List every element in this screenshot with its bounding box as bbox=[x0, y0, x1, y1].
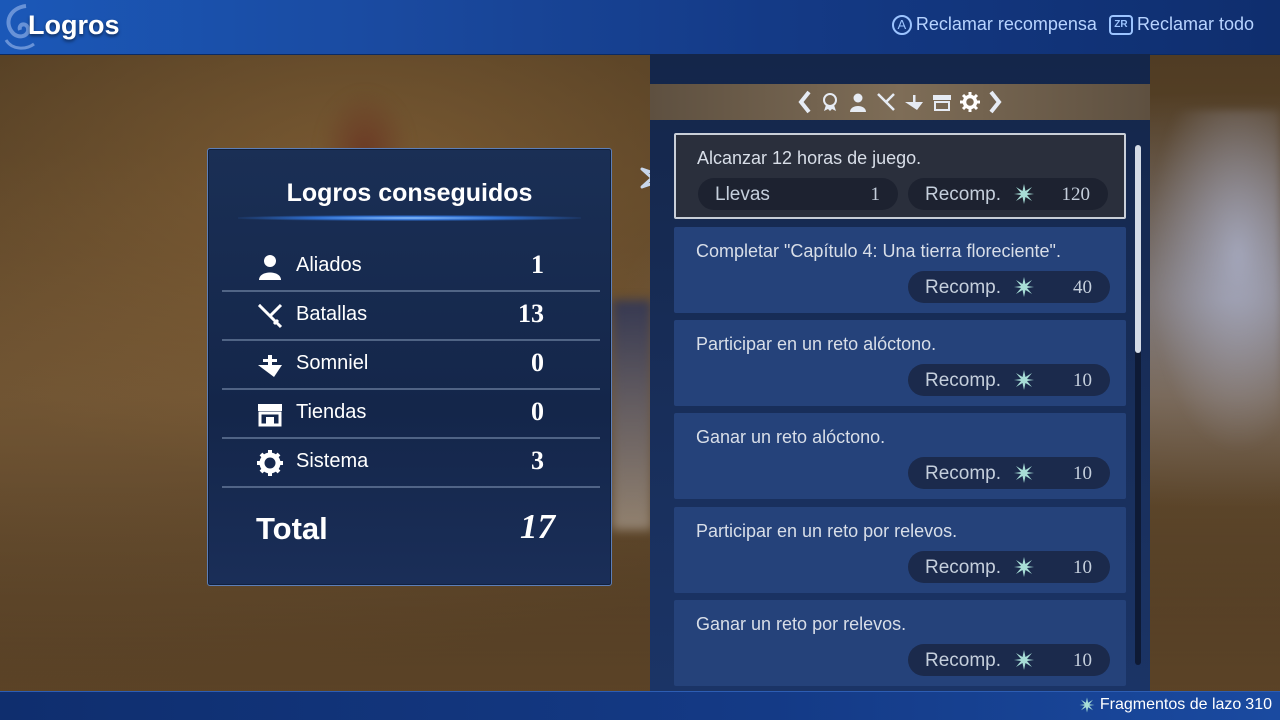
header-actions: A Reclamar recompensa ZR Reclamar todo bbox=[891, 14, 1254, 35]
shop-icon bbox=[258, 404, 282, 427]
summary-row-tiendas: Tiendas 0 bbox=[222, 389, 600, 439]
bond-fragments-value: 310 bbox=[1245, 696, 1272, 713]
reward-label: Recomp. bbox=[925, 650, 1002, 671]
gear-icon bbox=[257, 450, 283, 476]
bottom-bar: Fragmentos de lazo 310 bbox=[0, 691, 1280, 720]
summary-heading: Logros conseguidos bbox=[286, 179, 533, 207]
total-value: 17 bbox=[520, 507, 555, 546]
bond-fragment-icon bbox=[1014, 650, 1034, 670]
summary-row-value: 3 bbox=[531, 446, 544, 475]
airship-icon bbox=[258, 355, 282, 377]
reward-value: 10 bbox=[1073, 557, 1092, 578]
summary-row-value: 0 bbox=[531, 348, 544, 377]
reward-value: 120 bbox=[1061, 184, 1091, 205]
summary-row-batallas: Batallas 13 bbox=[222, 291, 600, 341]
page-title: Logros bbox=[28, 10, 120, 40]
achievement-text: Ganar un reto por relevos. bbox=[696, 614, 907, 634]
achievement-item[interactable]: Completar "Capítulo 4: Una tierra florec… bbox=[674, 227, 1126, 313]
bond-fragment-icon bbox=[1014, 277, 1034, 297]
bond-fragments-label: Fragmentos de lazo bbox=[1099, 696, 1242, 713]
summary-row-label: Somniel bbox=[296, 352, 369, 374]
summary-row-aliados: Aliados 1 bbox=[222, 242, 600, 292]
progress-label: Llevas bbox=[715, 184, 770, 205]
achievements-summary-panel: Logros conseguidos Aliados 1 Batallas 13… bbox=[207, 148, 612, 586]
achievement-text: Completar "Capítulo 4: Una tierra florec… bbox=[696, 241, 1061, 261]
reward-pill: Recomp. 10 bbox=[908, 644, 1110, 676]
reward-value: 40 bbox=[1073, 277, 1092, 298]
zr-button-icon: ZR bbox=[1108, 14, 1133, 35]
bond-fragment-icon bbox=[1014, 557, 1034, 577]
summary-row-value: 13 bbox=[518, 299, 544, 328]
reward-label: Recomp. bbox=[925, 557, 1002, 578]
bond-fragment-icon bbox=[1014, 370, 1034, 390]
achievement-text: Participar en un reto por relevos. bbox=[696, 521, 958, 541]
progress-pill: Llevas 1 bbox=[698, 178, 898, 210]
reward-pill: Recomp. 40 bbox=[908, 271, 1110, 303]
summary-row-label: Tiendas bbox=[296, 401, 367, 423]
claim-all-button[interactable]: ZR Reclamar todo bbox=[1108, 14, 1254, 35]
summary-row-value: 0 bbox=[531, 397, 544, 426]
achievement-text: Participar en un reto alóctono. bbox=[696, 334, 937, 354]
person-icon[interactable] bbox=[848, 92, 868, 112]
reward-value: 10 bbox=[1073, 370, 1092, 391]
claim-reward-label: Reclamar recompensa bbox=[915, 14, 1097, 34]
achievement-text: Ganar un reto alóctono. bbox=[696, 427, 886, 447]
top-bar: Logros A Reclamar recompensa ZR Reclamar… bbox=[0, 0, 1280, 55]
summary-row-value: 1 bbox=[531, 250, 544, 279]
reward-label: Recomp. bbox=[925, 184, 1002, 205]
claim-reward-button[interactable]: A Reclamar recompensa bbox=[891, 14, 1097, 35]
summary-row-sistema: Sistema 3 bbox=[222, 438, 600, 488]
bond-fragment-icon bbox=[1079, 697, 1095, 713]
achievement-text: Alcanzar 12 horas de juego. bbox=[697, 148, 922, 168]
medal-icon[interactable] bbox=[820, 92, 840, 112]
summary-row-label: Aliados bbox=[296, 254, 362, 276]
reward-pill: Recomp. 120 bbox=[908, 178, 1108, 210]
reward-pill: Recomp. 10 bbox=[908, 551, 1110, 583]
airship-icon[interactable] bbox=[904, 92, 924, 112]
summary-row-somniel: Somniel 0 bbox=[222, 340, 600, 390]
crossed-swords-icon[interactable] bbox=[876, 92, 896, 112]
achievement-item[interactable]: Ganar un reto por relevos. Recomp. 10 bbox=[674, 600, 1126, 686]
a-button-icon: A bbox=[891, 14, 912, 35]
previous-category-icon[interactable] bbox=[798, 90, 812, 114]
total-label: Total bbox=[256, 511, 328, 546]
reward-pill: Recomp. 10 bbox=[908, 457, 1110, 489]
reward-value: 10 bbox=[1073, 650, 1092, 671]
reward-label: Recomp. bbox=[925, 463, 1002, 484]
reward-label: Recomp. bbox=[925, 370, 1002, 391]
bond-fragments-counter: Fragmentos de lazo 310 bbox=[1078, 696, 1272, 714]
reward-pill: Recomp. 10 bbox=[908, 364, 1110, 396]
summary-row-label: Batallas bbox=[296, 303, 368, 325]
summary-row-label: Sistema bbox=[296, 450, 369, 472]
reward-label: Recomp. bbox=[925, 277, 1002, 298]
achievement-item[interactable]: Participar en un reto por relevos. Recom… bbox=[674, 507, 1126, 593]
shop-icon[interactable] bbox=[932, 92, 952, 112]
category-tabs bbox=[650, 84, 1150, 120]
achievement-item[interactable]: Alcanzar 12 horas de juego. Llevas 1 Rec… bbox=[674, 133, 1126, 219]
progress-value: 1 bbox=[870, 184, 881, 205]
gear-icon[interactable] bbox=[960, 92, 980, 112]
achievement-item[interactable]: Participar en un reto alóctono. Recomp. … bbox=[674, 320, 1126, 406]
crossed-swords-icon bbox=[257, 303, 283, 329]
background-flowers bbox=[1140, 110, 1280, 470]
bond-fragment-icon bbox=[1014, 463, 1034, 483]
bond-fragment-icon bbox=[1014, 184, 1034, 204]
person-icon bbox=[259, 255, 281, 280]
heading-glow-divider bbox=[238, 215, 581, 221]
next-category-icon[interactable] bbox=[988, 90, 1002, 114]
scrollbar-thumb[interactable] bbox=[1135, 145, 1141, 353]
background-character bbox=[612, 300, 652, 530]
achievement-item[interactable]: Ganar un reto alóctono. Recomp. 10 bbox=[674, 413, 1126, 499]
claim-all-label: Reclamar todo bbox=[1136, 14, 1254, 34]
reward-value: 10 bbox=[1073, 463, 1092, 484]
